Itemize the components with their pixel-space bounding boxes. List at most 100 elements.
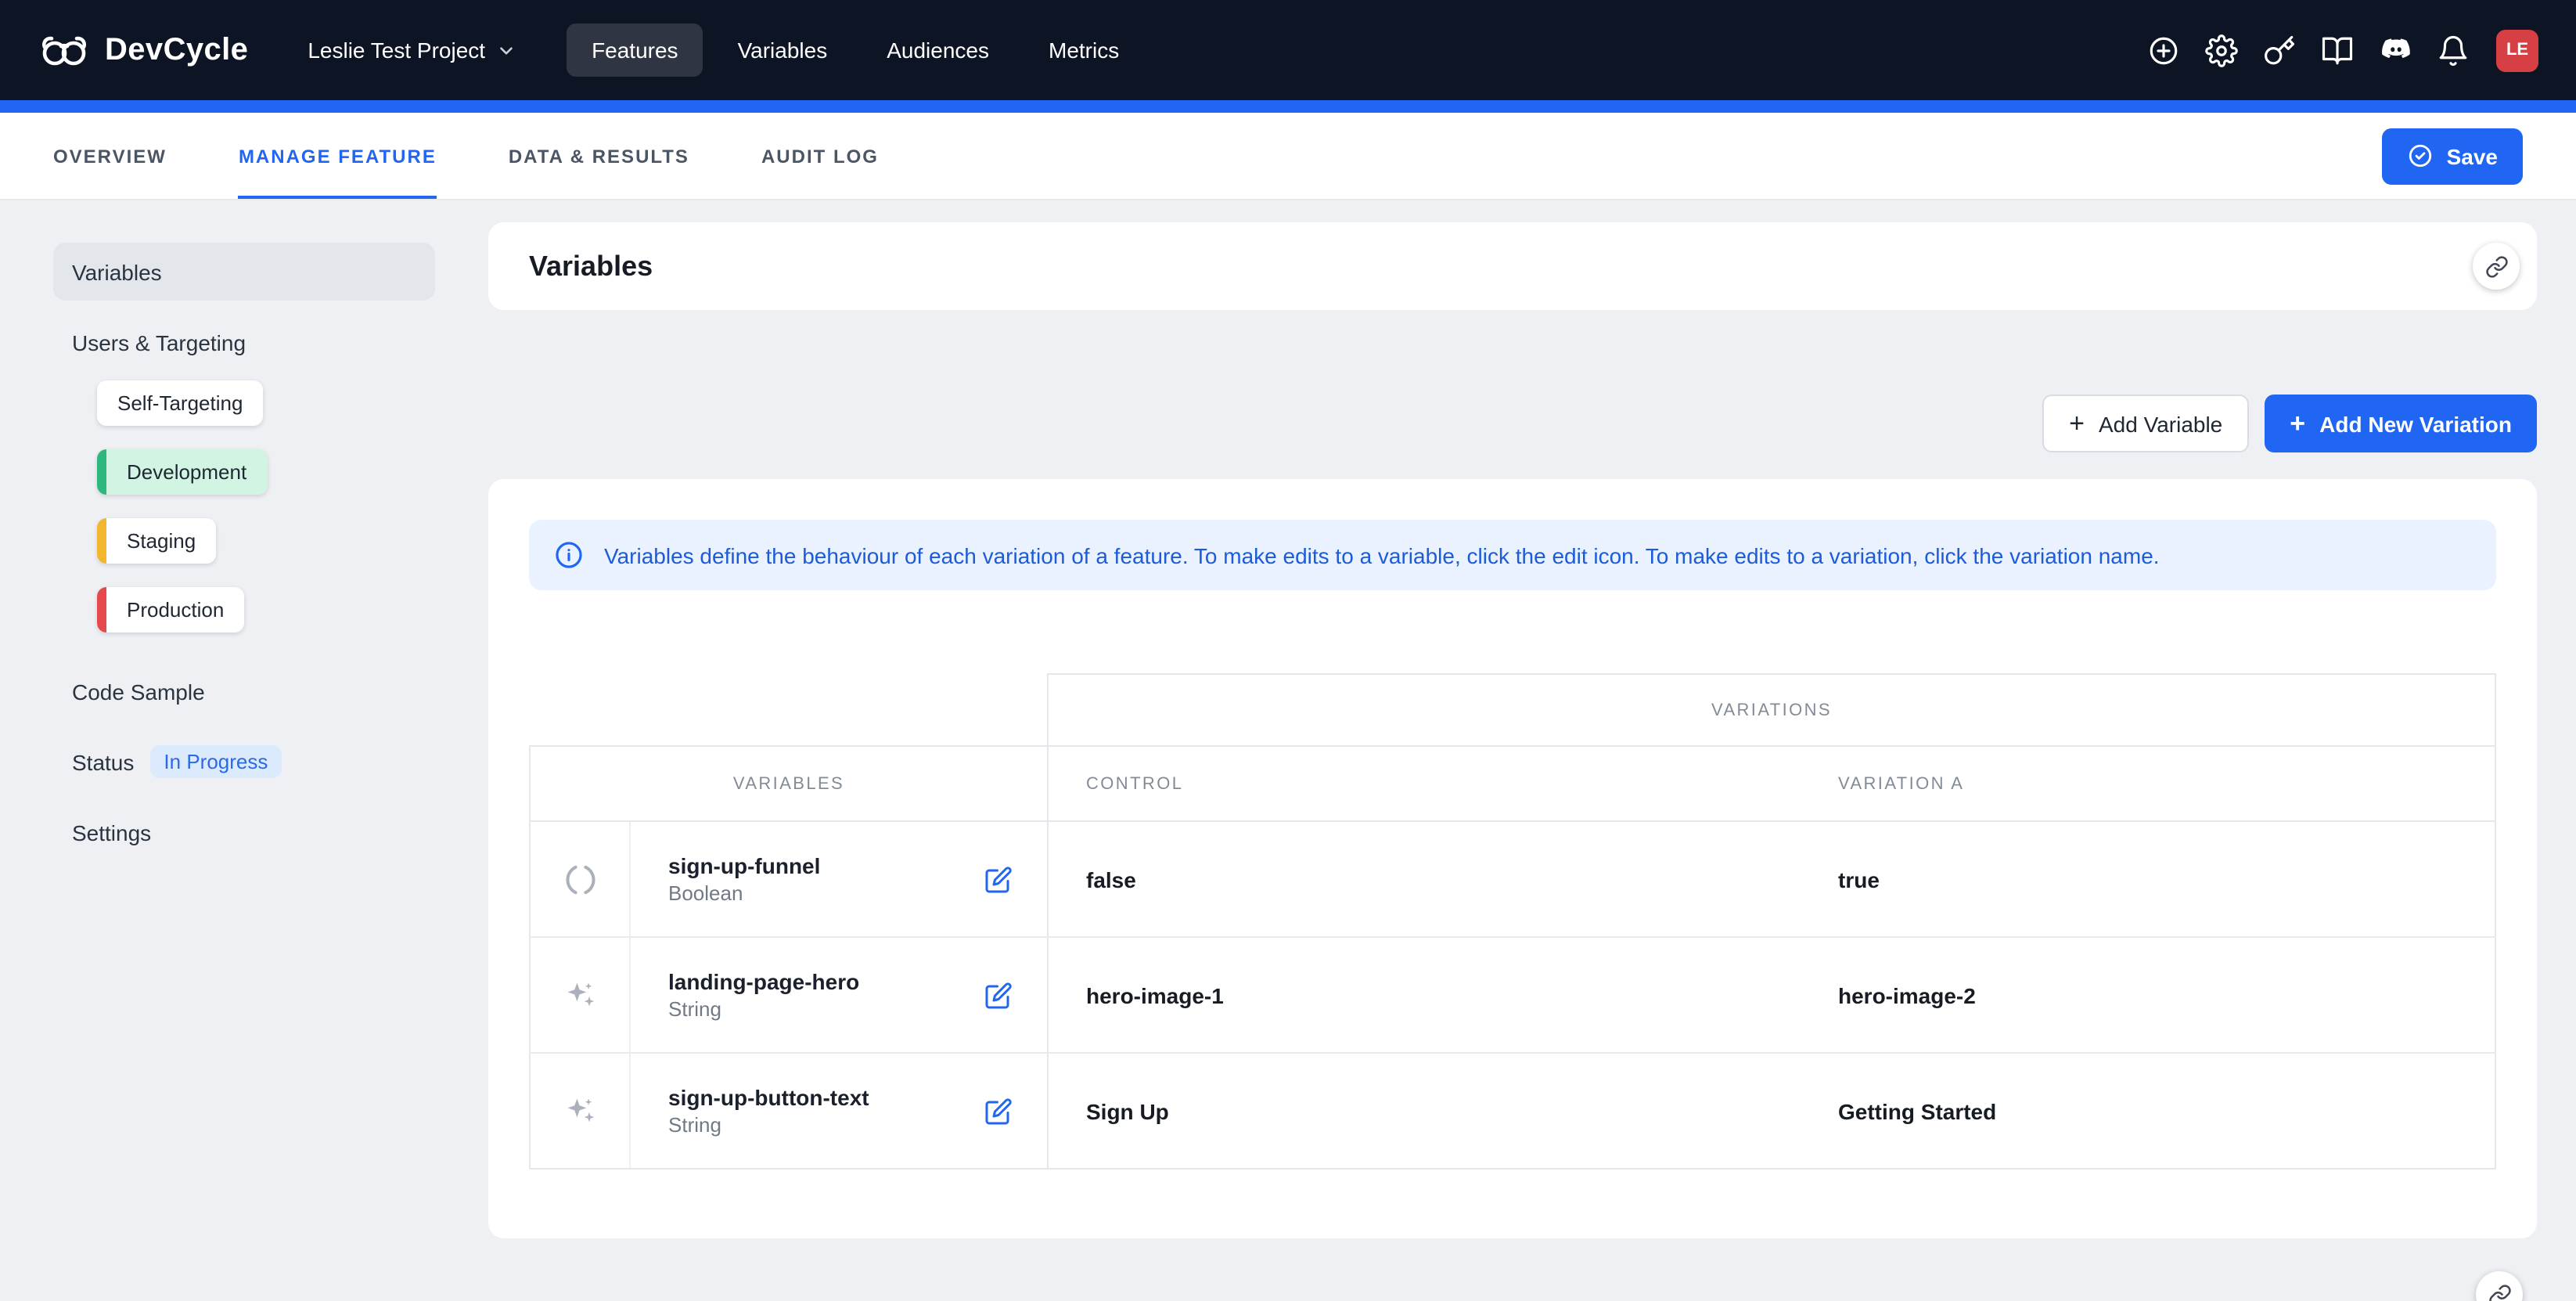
save-button[interactable]: Save xyxy=(2383,128,2523,184)
sidebar-item-variables[interactable]: Variables xyxy=(53,243,435,301)
save-button-label: Save xyxy=(2447,143,2498,168)
content-area: Variables Users & Targeting Self-Targeti… xyxy=(0,200,2576,1238)
sidebar-item-settings[interactable]: Settings xyxy=(53,803,435,861)
variable-meta: sign-up-button-text String xyxy=(631,1054,869,1168)
project-selector[interactable]: Leslie Test Project xyxy=(308,38,516,63)
env-development-color-bar xyxy=(97,449,106,495)
table-row: sign-up-funnel Boolean false true xyxy=(530,821,2495,937)
notifications-button[interactable] xyxy=(2426,23,2481,77)
create-new-button[interactable] xyxy=(2136,23,2191,77)
next-section-link-button[interactable] xyxy=(2476,1271,2523,1301)
variables-actions: + Add Variable + Add New Variation xyxy=(488,395,2537,452)
variable-meta: sign-up-funnel Boolean xyxy=(631,822,820,936)
edit-icon xyxy=(984,865,1013,893)
edit-icon xyxy=(984,1097,1013,1125)
docs-button[interactable] xyxy=(2310,23,2365,77)
info-banner-text: Variables define the behaviour of each v… xyxy=(604,542,2160,568)
nav-item-features[interactable]: Features xyxy=(567,23,703,77)
feature-progress-bar xyxy=(0,100,2576,113)
check-circle-icon xyxy=(2408,142,2434,169)
env-development-label: Development xyxy=(127,460,246,484)
string-type-sparkles-icon xyxy=(531,1054,631,1168)
env-production-label: Production xyxy=(127,598,224,622)
discord-icon xyxy=(2378,33,2412,67)
env-production-color-bar xyxy=(97,587,106,632)
variables-table: VARIATIONS VARIABLES CONTROL VARIATION A xyxy=(529,673,2496,1169)
link-icon xyxy=(2484,254,2508,278)
column-header-variables: VARIABLES xyxy=(530,746,1048,821)
tab-overview[interactable]: OVERVIEW xyxy=(53,113,167,199)
devcycle-logo[interactable]: DevCycle xyxy=(38,30,248,70)
tab-data-results[interactable]: DATA & RESULTS xyxy=(509,113,689,199)
plus-circle-icon xyxy=(2147,34,2180,67)
settings-button[interactable] xyxy=(2194,23,2249,77)
variation-a-value: true xyxy=(1801,821,2495,937)
sidebar-item-code-sample-label: Code Sample xyxy=(72,679,205,704)
page-title: Variables xyxy=(529,250,653,283)
environment-list: Self-Targeting Development Staging Produ… xyxy=(97,380,488,656)
variable-name: sign-up-button-text xyxy=(668,1085,869,1110)
plus-icon: + xyxy=(2290,409,2305,436)
control-value: false xyxy=(1048,821,1801,937)
project-selector-label: Leslie Test Project xyxy=(308,38,485,63)
sidebar-item-settings-label: Settings xyxy=(72,820,151,845)
feature-sidebar: Variables Users & Targeting Self-Targeti… xyxy=(0,200,488,861)
env-pill-development[interactable]: Development xyxy=(97,449,267,495)
primary-nav: Features Variables Audiences Metrics xyxy=(567,23,1144,77)
env-self-targeting-label: Self-Targeting xyxy=(117,391,243,415)
variation-a-value: hero-image-2 xyxy=(1801,937,2495,1053)
add-new-variation-label: Add New Variation xyxy=(2319,411,2512,436)
feature-tabbar: OVERVIEW MANAGE FEATURE DATA & RESULTS A… xyxy=(0,113,2576,200)
chevron-down-icon xyxy=(496,40,516,60)
table-row: sign-up-button-text String Sign Up Getti… xyxy=(530,1053,2495,1169)
add-variable-button[interactable]: + Add Variable xyxy=(2042,395,2249,452)
plus-icon: + xyxy=(2069,409,2085,436)
string-type-sparkles-icon xyxy=(531,938,631,1052)
brand-name: DevCycle xyxy=(105,32,248,68)
variables-section-header: Variables xyxy=(488,222,2537,310)
variables-card: Variables define the behaviour of each v… xyxy=(488,479,2537,1238)
api-keys-button[interactable] xyxy=(2252,23,2307,77)
link-icon xyxy=(2488,1283,2511,1301)
add-new-variation-button[interactable]: + Add New Variation xyxy=(2265,395,2537,452)
tab-manage-feature[interactable]: MANAGE FEATURE xyxy=(239,113,437,199)
nav-item-metrics[interactable]: Metrics xyxy=(1024,23,1144,77)
key-icon xyxy=(2263,34,2296,67)
control-value: hero-image-1 xyxy=(1048,937,1801,1053)
variable-cell: sign-up-funnel Boolean xyxy=(531,822,1047,936)
user-avatar[interactable]: LE xyxy=(2496,29,2538,71)
top-navbar: DevCycle Leslie Test Project Features Va… xyxy=(0,0,2576,100)
env-pill-production[interactable]: Production xyxy=(97,587,244,632)
nav-item-variables[interactable]: Variables xyxy=(713,23,853,77)
section-link-button[interactable] xyxy=(2473,243,2520,290)
edit-variable-button[interactable] xyxy=(975,856,1022,903)
info-icon xyxy=(554,540,584,570)
gear-icon xyxy=(2205,34,2238,67)
edit-variable-button[interactable] xyxy=(975,971,1022,1018)
bell-icon xyxy=(2437,34,2470,67)
edit-variable-button[interactable] xyxy=(975,1087,1022,1134)
variable-name: sign-up-funnel xyxy=(668,853,820,878)
tab-audit-log[interactable]: AUDIT LOG xyxy=(761,113,879,199)
sidebar-item-status[interactable]: Status In Progress xyxy=(53,733,435,791)
env-staging-color-bar xyxy=(97,518,106,564)
sidebar-item-users-targeting[interactable]: Users & Targeting xyxy=(53,313,435,371)
book-icon xyxy=(2321,34,2354,67)
env-pill-self-targeting[interactable]: Self-Targeting xyxy=(97,380,263,426)
discord-button[interactable] xyxy=(2368,23,2423,77)
column-header-control[interactable]: CONTROL xyxy=(1048,746,1801,821)
env-pill-staging[interactable]: Staging xyxy=(97,518,216,564)
control-value: Sign Up xyxy=(1048,1053,1801,1169)
nav-item-audiences[interactable]: Audiences xyxy=(862,23,1014,77)
info-banner: Variables define the behaviour of each v… xyxy=(529,520,2496,590)
variation-a-value: Getting Started xyxy=(1801,1053,2495,1169)
sidebar-item-code-sample[interactable]: Code Sample xyxy=(53,662,435,720)
sidebar-item-status-label: Status xyxy=(72,749,134,774)
navbar-actions: LE xyxy=(2136,23,2538,77)
variable-cell: landing-page-hero String xyxy=(531,938,1047,1052)
column-header-variation-a[interactable]: VARIATION A xyxy=(1801,746,2495,821)
sidebar-item-variables-label: Variables xyxy=(72,259,162,284)
variable-type: Boolean xyxy=(668,881,820,905)
variations-group-header: VARIATIONS xyxy=(1048,674,2495,746)
boolean-type-icon xyxy=(531,822,631,936)
